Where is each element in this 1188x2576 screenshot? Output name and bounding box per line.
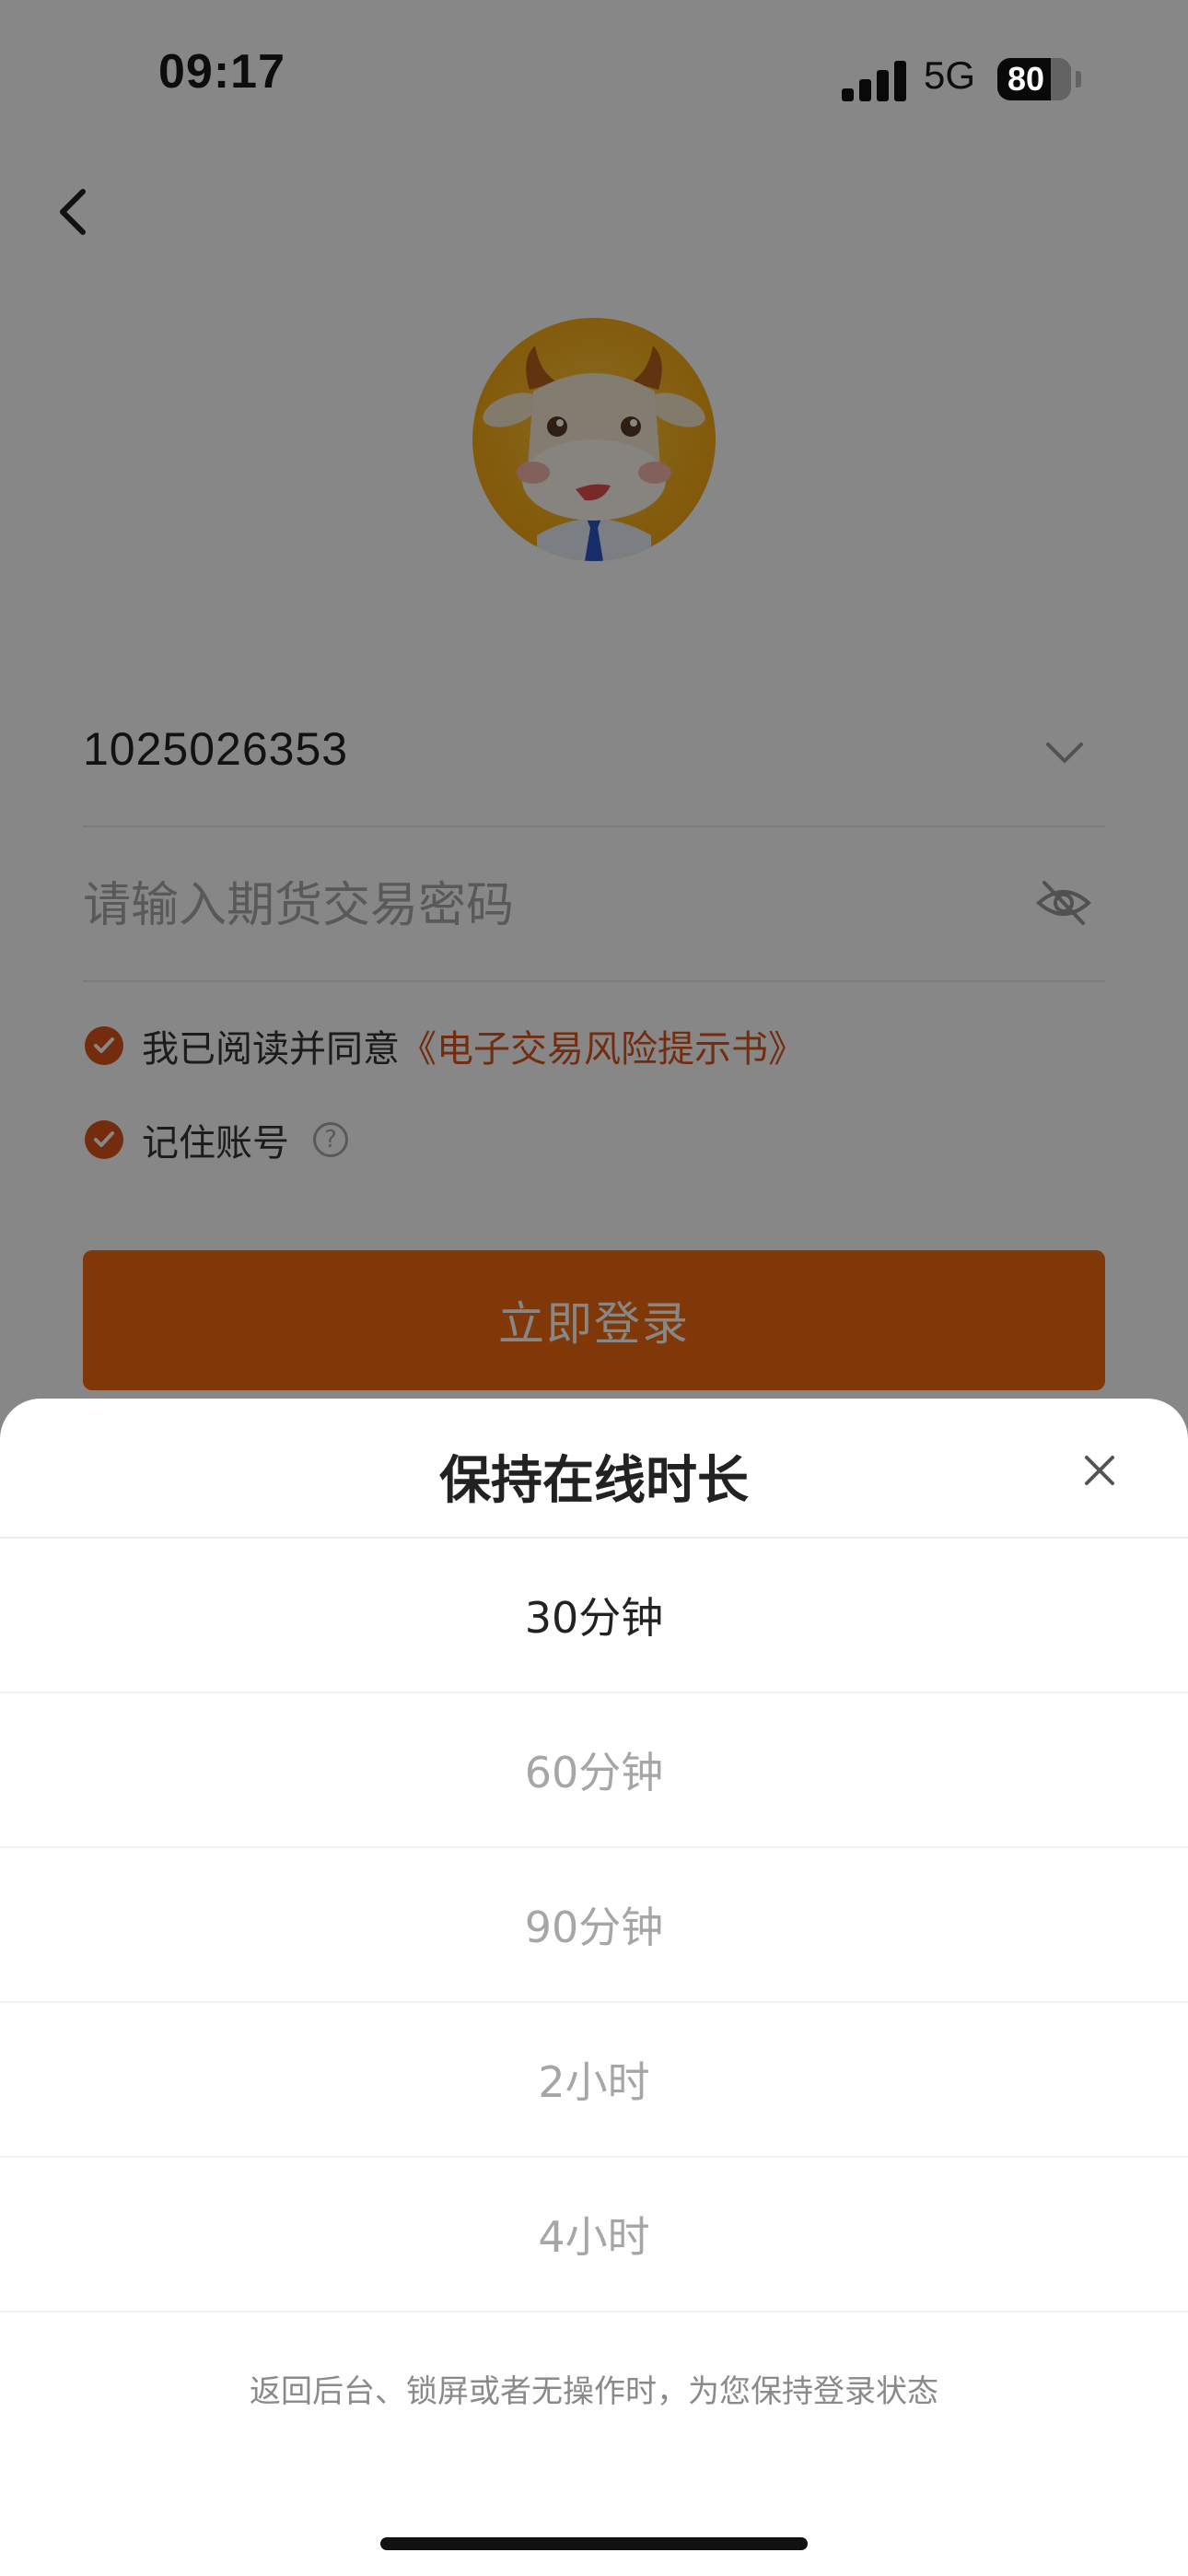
home-indicator[interactable] (380, 2537, 808, 2550)
battery-level: 80 (1007, 60, 1045, 98)
option-60-min[interactable]: 60分钟 (0, 1693, 1188, 1848)
sheet-note: 返回后台、锁屏或者无操作时，为您保持登录状态 (250, 2373, 938, 2410)
option-4-hours[interactable]: 4小时 (0, 2158, 1188, 2313)
option-30-min[interactable]: 30分钟 (0, 1539, 1188, 1693)
duration-options: 30分钟 60分钟 90分钟 2小时 4小时 (0, 1539, 1188, 2313)
option-90-min[interactable]: 90分钟 (0, 1848, 1188, 2003)
sheet-title: 保持在线时长 (439, 1451, 749, 1511)
sheet-header: 保持在线时长 (0, 1399, 1188, 1539)
online-duration-sheet: 保持在线时长 30分钟 60分钟 90分钟 2小时 4小时 返回后台、锁屏或者无… (0, 1399, 1188, 2576)
option-2-hours[interactable]: 2小时 (0, 2003, 1188, 2158)
close-icon[interactable] (1076, 1446, 1124, 1494)
